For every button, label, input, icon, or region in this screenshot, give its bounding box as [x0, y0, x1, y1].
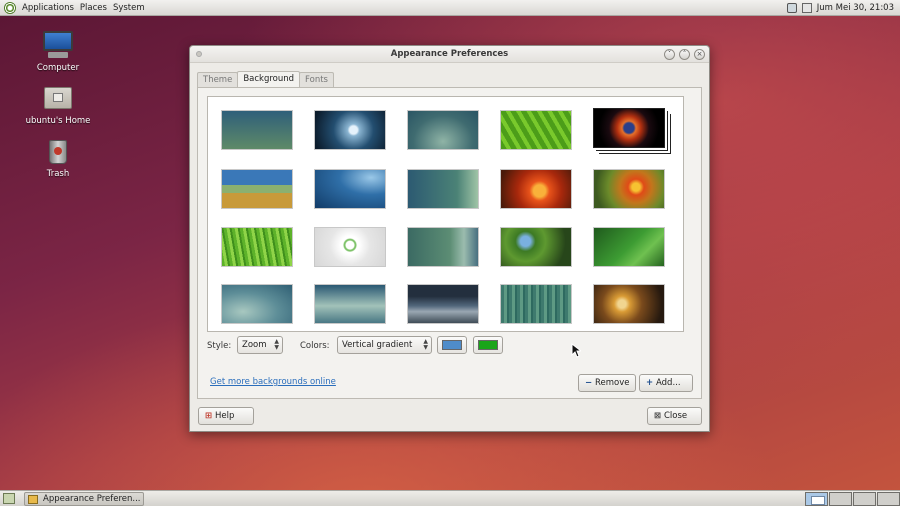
workspace-3[interactable] — [853, 492, 876, 506]
wallpaper-thumb[interactable] — [314, 169, 386, 209]
network-icon[interactable] — [786, 2, 797, 13]
style-combo-value: Zoom — [242, 340, 267, 350]
wallpaper-thumb-selected[interactable] — [593, 108, 665, 148]
wallpaper-thumb[interactable] — [500, 284, 572, 324]
wallpaper-thumb[interactable] — [500, 110, 572, 150]
wallpaper-thumb[interactable] — [593, 169, 665, 209]
bottom-panel: Appearance Preferen... — [0, 490, 900, 506]
window-menu-icon[interactable] — [196, 51, 202, 57]
wallpaper-thumb[interactable] — [221, 284, 293, 324]
primary-color-swatch — [442, 340, 462, 350]
workspace-4[interactable] — [877, 492, 900, 506]
desktop-icon-trash[interactable]: Trash — [18, 136, 98, 179]
wallpaper-thumb[interactable] — [593, 284, 665, 324]
menu-applications[interactable]: Applications — [22, 3, 74, 13]
minus-icon: − — [584, 378, 593, 388]
desktop-icon-computer[interactable]: Computer — [18, 30, 98, 73]
wallpaper-thumb[interactable] — [221, 169, 293, 209]
volume-icon[interactable] — [801, 2, 812, 13]
spin-arrows-icon: ▲ ▼ — [274, 338, 279, 351]
wallpaper-thumb[interactable] — [407, 284, 479, 324]
wallpaper-thumb[interactable] — [314, 110, 386, 150]
taskbar-item-appearance[interactable]: Appearance Preferen... — [24, 492, 144, 506]
close-button-label: Close — [664, 411, 688, 421]
help-button[interactable]: ⊞ Help — [198, 407, 254, 425]
menu-system[interactable]: System — [113, 3, 145, 13]
close-icon: ⊠ — [653, 411, 662, 421]
remove-button[interactable]: − Remove — [578, 374, 636, 392]
home-folder-icon — [42, 83, 74, 113]
style-combo[interactable]: Zoom ▲ ▼ — [237, 336, 283, 354]
appearance-app-icon — [28, 495, 38, 504]
show-desktop-icon[interactable] — [3, 493, 15, 504]
computer-icon — [42, 30, 74, 60]
maximize-button[interactable]: ˄ — [679, 49, 690, 60]
wallpaper-thumb[interactable] — [593, 227, 665, 267]
remove-button-label: Remove — [595, 378, 630, 388]
secondary-color-swatch — [478, 340, 498, 350]
workspace-1[interactable] — [805, 492, 828, 506]
help-icon: ⊞ — [204, 411, 213, 421]
clock[interactable]: Jum Mei 30, 21:03 — [817, 3, 894, 13]
wallpaper-thumb[interactable] — [500, 169, 572, 209]
desktop-icon-home[interactable]: ubuntu's Home — [18, 83, 98, 126]
desktop-icon-label: Computer — [36, 63, 80, 73]
colors-combo[interactable]: Vertical gradient ▲ ▼ — [337, 336, 432, 354]
background-controls: Style: Zoom ▲ ▼ Colors: Vertical gradient… — [207, 336, 697, 356]
help-button-label: Help — [215, 411, 235, 421]
wallpaper-thumb[interactable] — [407, 169, 479, 209]
wallpaper-thumb[interactable] — [221, 110, 293, 150]
menu-places[interactable]: Places — [80, 3, 107, 13]
taskbar-item-label: Appearance Preferen... — [43, 494, 141, 504]
desktop-icon-label: Trash — [46, 169, 70, 179]
tab-theme[interactable]: Theme — [197, 72, 239, 87]
add-button[interactable]: + Add... — [639, 374, 693, 392]
top-panel: Applications Places System Jum Mei 30, 2… — [0, 0, 900, 16]
background-tab-panel: Style: Zoom ▲ ▼ Colors: Vertical gradient… — [197, 87, 702, 399]
tab-fonts[interactable]: Fonts — [299, 72, 334, 87]
window-title: Appearance Preferences — [390, 49, 509, 59]
workspace-2[interactable] — [829, 492, 852, 506]
trash-icon — [42, 136, 74, 166]
wallpaper-gallery — [207, 96, 684, 332]
mouse-cursor-icon — [571, 343, 581, 358]
ubuntu-logo-icon[interactable] — [4, 1, 16, 14]
spin-arrows-icon: ▲ ▼ — [423, 338, 428, 351]
tab-bar: Theme Background Fonts — [197, 71, 334, 87]
add-button-label: Add... — [656, 378, 681, 388]
wallpaper-thumb[interactable] — [221, 227, 293, 267]
close-window-button[interactable]: × — [694, 49, 705, 60]
wallpaper-thumb[interactable] — [407, 227, 479, 267]
close-button[interactable]: ⊠ Close — [647, 407, 702, 425]
primary-color-button[interactable] — [437, 336, 467, 354]
appearance-preferences-window: Appearance Preferences ˅ ˄ × Theme Backg… — [189, 45, 710, 432]
wallpaper-thumb[interactable] — [314, 227, 386, 267]
wallpaper-thumb[interactable] — [407, 110, 479, 150]
wallpaper-thumb[interactable] — [500, 227, 572, 267]
colors-label: Colors: — [300, 341, 330, 351]
minimize-button[interactable]: ˅ — [664, 49, 675, 60]
get-more-backgrounds-link[interactable]: Get more backgrounds online — [210, 377, 336, 387]
tab-background[interactable]: Background — [237, 71, 301, 87]
style-label: Style: — [207, 341, 232, 351]
plus-icon: + — [645, 378, 654, 388]
desktop-icon-label: ubuntu's Home — [25, 116, 91, 126]
system-tray: Jum Mei 30, 21:03 — [786, 2, 900, 13]
wallpaper-thumb[interactable] — [314, 284, 386, 324]
window-titlebar[interactable]: Appearance Preferences ˅ ˄ × — [190, 46, 709, 63]
colors-combo-value: Vertical gradient — [342, 340, 413, 350]
secondary-color-button[interactable] — [473, 336, 503, 354]
